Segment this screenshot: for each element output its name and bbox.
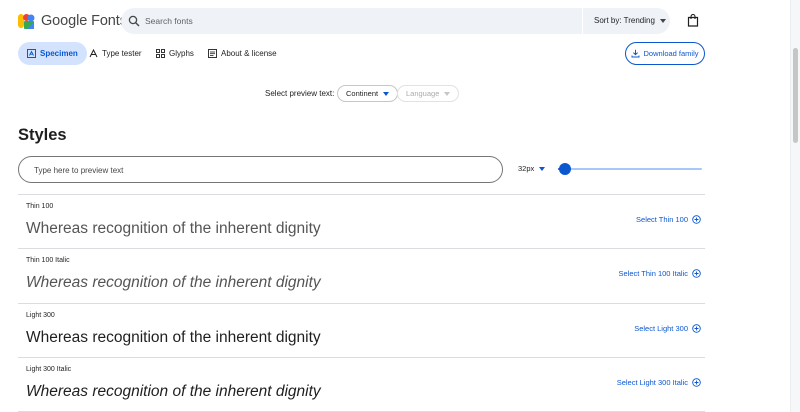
select-style-button[interactable]: Select Thin 100 Italic bbox=[619, 269, 702, 278]
preview-text-input[interactable] bbox=[34, 163, 474, 177]
font-size-slider-track[interactable] bbox=[558, 168, 702, 170]
type-tester-icon bbox=[89, 49, 98, 58]
preview-text-field[interactable] bbox=[18, 156, 503, 183]
logo-text[interactable]: Google Fonts bbox=[41, 13, 127, 29]
styles-heading: Styles bbox=[18, 126, 67, 144]
add-circle-icon bbox=[692, 378, 701, 387]
search-divider bbox=[582, 8, 583, 34]
preview-option-selected: Continent bbox=[346, 89, 379, 98]
chevron-down-icon bbox=[659, 18, 666, 23]
add-circle-icon bbox=[692, 324, 701, 333]
select-style-button[interactable]: Select Thin 100 bbox=[636, 215, 701, 224]
style-name: Thin 100 bbox=[26, 203, 54, 210]
preview-text-select[interactable]: Continent bbox=[337, 85, 399, 102]
style-name: Light 300 bbox=[26, 312, 55, 319]
font-size-slider-thumb[interactable] bbox=[559, 163, 572, 175]
specimen-icon bbox=[27, 49, 36, 58]
download-family-button[interactable]: Download family bbox=[625, 42, 705, 65]
about-icon bbox=[208, 49, 217, 58]
tab-label: Glyphs bbox=[169, 49, 194, 58]
glyphs-icon bbox=[156, 49, 165, 58]
shopping-bag-icon[interactable] bbox=[687, 14, 699, 27]
style-name: Light 300 Italic bbox=[26, 366, 72, 373]
scrollbar-thumb[interactable] bbox=[793, 48, 798, 143]
style-row-thin-100-italic: Thin 100 Italic Whereas recognition of t… bbox=[18, 248, 705, 303]
tab-type-tester[interactable]: Type tester bbox=[80, 42, 151, 65]
add-circle-icon bbox=[692, 269, 701, 278]
select-label: Select Thin 100 bbox=[636, 215, 688, 224]
select-style-button[interactable]: Select Light 300 bbox=[634, 324, 701, 333]
sort-dropdown[interactable]: Sort by: Trending bbox=[594, 16, 666, 25]
search-input[interactable] bbox=[145, 13, 565, 29]
font-size-dropdown[interactable]: 32px bbox=[518, 164, 546, 173]
download-icon bbox=[631, 49, 640, 58]
style-row-thin-100: Thin 100 Whereas recognition of the inhe… bbox=[18, 194, 705, 249]
chevron-down-icon bbox=[383, 91, 390, 96]
style-name: Thin 100 Italic bbox=[26, 257, 70, 264]
top-bar: Google Fonts Sort by: Trending bbox=[0, 0, 790, 42]
tab-glyphs[interactable]: Glyphs bbox=[147, 42, 203, 65]
sort-label: Sort by: Trending bbox=[594, 16, 655, 25]
style-sample: Whereas recognition of the inherent dign… bbox=[26, 329, 321, 346]
add-circle-icon bbox=[692, 215, 701, 224]
select-label: Select Light 300 bbox=[634, 324, 688, 333]
style-row-light-300-italic: Light 300 Italic Whereas recognition of … bbox=[18, 357, 705, 412]
language-placeholder: Language bbox=[406, 89, 440, 98]
tab-about-license[interactable]: About & license bbox=[199, 42, 286, 65]
style-sample: Whereas recognition of the inherent dign… bbox=[26, 220, 321, 237]
style-row-light-300: Light 300 Whereas recognition of the inh… bbox=[18, 303, 705, 358]
search-icon[interactable] bbox=[128, 15, 140, 27]
select-label: Select Thin 100 Italic bbox=[618, 269, 689, 278]
style-sample: Whereas recognition of the inherent dign… bbox=[26, 274, 321, 291]
tab-label: Specimen bbox=[40, 49, 78, 58]
select-label: Select Light 300 Italic bbox=[616, 378, 688, 387]
style-sample: Whereas recognition of the inherent dign… bbox=[26, 383, 321, 400]
tab-specimen[interactable]: Specimen bbox=[18, 42, 87, 65]
tab-label: Type tester bbox=[102, 49, 142, 58]
download-label: Download family bbox=[643, 49, 699, 58]
search-bar: Sort by: Trending bbox=[121, 8, 670, 34]
tab-label: About & license bbox=[221, 49, 277, 58]
language-select[interactable]: Language bbox=[397, 85, 460, 102]
chevron-down-icon bbox=[444, 91, 451, 96]
select-style-button[interactable]: Select Light 300 Italic bbox=[617, 378, 701, 387]
chevron-down-icon bbox=[539, 166, 546, 171]
google-fonts-logo-icon[interactable] bbox=[18, 13, 35, 30]
font-size-label: 32px bbox=[518, 164, 535, 173]
preview-text-label: Select preview text: bbox=[265, 89, 335, 98]
